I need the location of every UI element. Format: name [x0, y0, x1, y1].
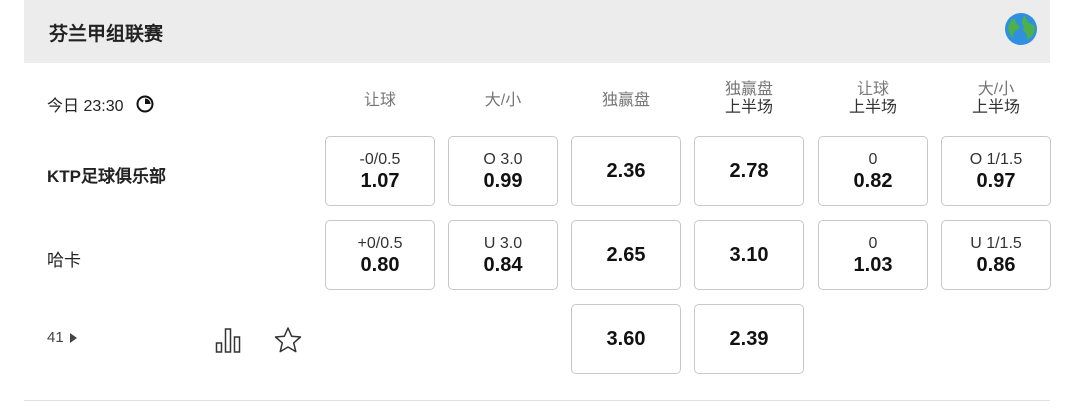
odds-button-away-win[interactable]: 2.65	[571, 220, 681, 290]
odds-button-away-under[interactable]: U 3.0 0.84	[448, 220, 558, 290]
odds-value: 2.78	[729, 160, 769, 182]
row-divider	[24, 400, 1050, 401]
odds-value: 1.07	[360, 170, 400, 192]
more-markets-link[interactable]: 41	[47, 329, 77, 346]
odds-value: 3.60	[606, 328, 646, 350]
odds-button-away-under-first-half[interactable]: U 1/1.5 0.86	[941, 220, 1051, 290]
odds-button-away-handicap[interactable]: +0/0.5 0.80	[325, 220, 435, 290]
odds-button-home-over[interactable]: O 3.0 0.99	[448, 136, 558, 206]
odds-line: -0/0.5	[359, 151, 401, 168]
odds-button-away-win-first-half[interactable]: 3.10	[694, 220, 804, 290]
odds-button-home-handicap[interactable]: -0/0.5 1.07	[325, 136, 435, 206]
odds-value: 0.80	[360, 254, 400, 276]
col-header-line2: 上半场	[971, 99, 1020, 116]
odds-button-home-handicap-first-half[interactable]: 0 0.82	[818, 136, 928, 206]
col-header-handicap: 让球	[324, 92, 436, 110]
globe-icon	[1005, 13, 1037, 45]
league-title: 芬兰甲组联赛	[49, 24, 164, 45]
odds-value: 3.10	[729, 244, 769, 266]
odds-value: 0.84	[483, 254, 523, 276]
odds-line: 0	[868, 151, 878, 168]
odds-button-away-handicap-first-half[interactable]: 0 1.03	[818, 220, 928, 290]
col-header-1x2: 独赢盘	[570, 92, 682, 110]
odds-line: U 1/1.5	[970, 235, 1022, 252]
col-header-handicap-first-half: 让球 上半场	[817, 81, 929, 117]
odds-button-home-win-first-half[interactable]: 2.78	[694, 136, 804, 206]
odds-line: 0	[868, 235, 878, 252]
odds-value: 1.03	[853, 254, 893, 276]
col-header-1x2-first-half: 独赢盘 上半场	[693, 81, 805, 117]
odds-value: 0.82	[853, 170, 893, 192]
col-header-line1: 让球	[856, 81, 889, 98]
more-markets-count: 41	[47, 329, 64, 346]
col-header-line1: 独赢盘	[724, 81, 773, 98]
odds-value: 2.65	[606, 244, 646, 266]
odds-button-home-over-first-half[interactable]: O 1/1.5 0.97	[941, 136, 1051, 206]
col-header-line1: 大/小	[977, 81, 1015, 98]
star-icon[interactable]	[274, 326, 302, 354]
odds-line: O 3.0	[483, 151, 523, 168]
odds-value: 0.99	[483, 170, 523, 192]
odds-value: 0.86	[976, 254, 1016, 276]
odds-button-draw[interactable]: 3.60	[571, 304, 681, 374]
away-team-name: 哈卡	[47, 251, 81, 270]
col-header-line2: 上半场	[724, 99, 773, 116]
league-header: 芬兰甲组联赛	[24, 0, 1050, 63]
col-header-over-under: 大/小	[447, 92, 559, 110]
caret-right-icon	[69, 332, 77, 343]
col-header-line1: 让球	[363, 92, 396, 109]
odds-button-draw-first-half[interactable]: 2.39	[694, 304, 804, 374]
odds-line: U 3.0	[483, 235, 523, 252]
home-team-name: KTP足球俱乐部	[47, 167, 166, 186]
col-header-over-under-first-half: 大/小 上半场	[940, 81, 1052, 117]
clock-icon	[136, 95, 153, 113]
odds-value: 2.36	[606, 160, 646, 182]
bar-chart-icon[interactable]	[215, 327, 241, 353]
col-header-line1: 大/小	[484, 92, 522, 109]
odds-value: 0.97	[976, 170, 1016, 192]
odds-button-home-win[interactable]: 2.36	[571, 136, 681, 206]
col-header-line2: 上半场	[848, 99, 897, 116]
match-time: 今日 23:30	[47, 92, 154, 116]
match-time-label: 今日 23:30	[47, 98, 124, 115]
odds-line: O 1/1.5	[969, 151, 1023, 168]
col-header-line1: 独赢盘	[601, 92, 650, 109]
odds-value: 2.39	[729, 328, 769, 350]
odds-line: +0/0.5	[357, 235, 403, 252]
